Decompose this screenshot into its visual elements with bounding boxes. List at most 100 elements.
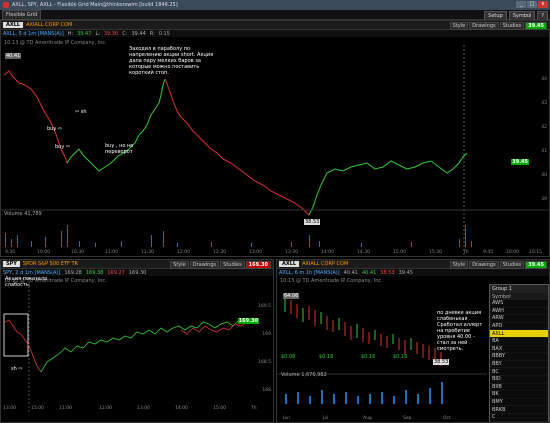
minimize-button[interactable]: _ <box>516 1 526 8</box>
drawings-button[interactable]: Drawings <box>469 22 499 30</box>
annotation-sh: ⇦ sh <box>75 109 87 115</box>
axll-daily-chart-panel: AXLL AXIALL CORP COM Style Drawings Stud… <box>276 259 550 423</box>
watchlist-row[interactable]: AXLL <box>490 330 548 338</box>
volume-value: 41,789 <box>24 211 42 217</box>
watchlist-row[interactable]: BID <box>490 376 548 384</box>
close-value: 39.44 <box>131 30 146 37</box>
x-tick: 9:30 <box>5 250 16 255</box>
x-tick: 11:00 <box>105 250 118 255</box>
layout-selector[interactable]: Flexible Grid <box>2 9 42 20</box>
symbol-field[interactable]: AXLL <box>3 22 24 28</box>
window-title: AXLL, SPY, AXLL - Flexible Grid Main@thi… <box>12 2 178 8</box>
quote-bar: AXLL, 5 d 1m [MANS(A)] H: 39.47 L: 39.30 C… <box>1 30 549 37</box>
annotation-buy-2-text: buy <box>55 144 65 150</box>
axis-tick-39: 39 <box>541 197 547 202</box>
close-value: 39.45 <box>398 269 413 276</box>
symbol-field[interactable]: SPY <box>3 261 20 267</box>
x-tick: 12:00 <box>177 250 190 255</box>
close-button[interactable]: x <box>538 1 548 8</box>
x-tick: 10:30 <box>71 250 84 255</box>
company-tag: AXIALL CORP COM <box>302 261 349 267</box>
quote-bar: AXLL, 6 m 1h [MANS(A)] 40.41 40.41 38.53… <box>277 269 549 276</box>
watchlist-row[interactable]: BA <box>490 338 548 346</box>
close-value: 169.30 <box>128 269 147 276</box>
top-price-chart[interactable] <box>1 45 549 257</box>
watchlist-rows: AWS AWH ARW APD AXLL BA BAX BBBY BBY BC BID BIIB BK B… <box>490 300 548 422</box>
x-tick: 15:00 <box>213 406 226 411</box>
low-price-tag: 38.53 <box>304 219 321 225</box>
x-tick: 14:30 <box>357 250 370 255</box>
dividend-2[interactable]: $0.16 <box>319 354 333 360</box>
watchlist-row[interactable]: AWS <box>490 300 548 308</box>
arrow-right-icon: ⇨ <box>18 366 23 372</box>
studies-button[interactable]: Studies <box>220 261 245 269</box>
x-tick: 13:00 <box>3 406 16 411</box>
watchlist-row[interactable]: BIIB <box>490 384 548 392</box>
drawings-button[interactable]: Drawings <box>189 261 220 269</box>
aggregation-label[interactable]: AXLL, 6 m 1h [MANS(A)] <box>279 270 340 276</box>
high-value: 169.38 <box>85 269 104 276</box>
x-tick: 11:30 <box>141 250 154 255</box>
spy-line-1 <box>4 319 42 373</box>
x-tick: 15:00 <box>31 406 44 411</box>
x-tick: 10:00 <box>37 250 50 255</box>
company-tag: AXIALL CORP COM <box>26 22 73 28</box>
volume-title: Volume <box>281 372 300 378</box>
volume-label: Volume 41,789 <box>4 211 42 217</box>
watchlist-row[interactable]: APD <box>490 323 548 331</box>
x-tick: Jul <box>323 416 329 421</box>
symbol-field[interactable]: AXLL <box>279 261 300 267</box>
x-tick: 15:00 <box>393 250 406 255</box>
drawings-button[interactable]: Drawings <box>469 261 499 269</box>
style-button[interactable]: Style <box>449 261 469 269</box>
annotation-buy-2: buy ⇨ <box>55 144 70 150</box>
app-icon <box>3 2 9 8</box>
studies-button[interactable]: Studies <box>499 261 525 269</box>
open-price-tag: 40.41 <box>5 53 22 59</box>
spy-chart-panel: SPY SPDR S&P 500 ETF TR Style Drawings S… <box>0 259 274 423</box>
last-price-badge: 169.30 <box>245 261 271 269</box>
annotation-buy-1-text: buy <box>47 126 57 132</box>
watchlist-row[interactable]: BBY <box>490 361 548 369</box>
volume-title: Volume <box>4 211 23 217</box>
low-value: 169.27 <box>107 269 125 276</box>
x-tick: Aug <box>363 416 372 421</box>
watchlist-title[interactable]: Group 1 <box>490 285 548 293</box>
volume-value: 1,676,982 <box>301 372 327 378</box>
spy-price-chart[interactable] <box>1 282 273 414</box>
annotation-buy-note: buy , но не переворот <box>105 143 134 155</box>
watchlist-row[interactable]: C <box>490 414 548 422</box>
x-tick: 14:00 <box>321 250 334 255</box>
aggregation-label[interactable]: SPY, 2 d 1m [MANS(A)] <box>3 270 60 276</box>
watchlist-row[interactable]: BC <box>490 368 548 376</box>
watchlist-row[interactable]: BRKB <box>490 406 548 414</box>
watchlist-row[interactable]: BMY <box>490 399 548 407</box>
dividend-4[interactable]: $0.16 <box>393 354 407 360</box>
maximize-button[interactable]: □ <box>527 1 537 8</box>
dividend-3[interactable]: $0.16 <box>361 354 375 360</box>
studies-button[interactable]: Studies <box>499 22 525 30</box>
price-line-up-1 <box>66 78 166 172</box>
watchlist-row[interactable]: BBBY <box>490 353 548 361</box>
dividend-1[interactable]: $0.08 <box>281 354 295 360</box>
watchlist-row[interactable]: ARW <box>490 315 548 323</box>
axis-tick-43: 43 <box>541 101 547 106</box>
style-button[interactable]: Style <box>449 22 469 30</box>
watchlist-row[interactable]: BK <box>490 391 548 399</box>
x-tick: 12:30 <box>213 250 226 255</box>
x-tick: 13:30 <box>285 250 298 255</box>
watchlist-header[interactable]: Symbol <box>490 293 548 300</box>
aggregation-label[interactable]: AXLL, 5 d 1m [MANS(A)] <box>3 31 64 37</box>
watchlist-row[interactable]: BAX <box>490 346 548 354</box>
x-tick: 13:00 <box>249 250 262 255</box>
x-tick: 12:00 <box>99 406 112 411</box>
current-price-tag: 169.30 <box>237 318 259 324</box>
x-tick: 15:30 <box>429 250 442 255</box>
range-value: 0.15 <box>158 30 170 37</box>
open-price-tag: 64.06 <box>283 293 300 299</box>
spy-chart-header: SPY SPDR S&P 500 ETF TR Style Drawings S… <box>1 260 273 269</box>
style-button[interactable]: Style <box>170 261 189 269</box>
range-label: R: <box>149 30 155 37</box>
axis-tick: 169.5 <box>258 304 271 309</box>
watchlist-row[interactable]: AWH <box>490 308 548 316</box>
